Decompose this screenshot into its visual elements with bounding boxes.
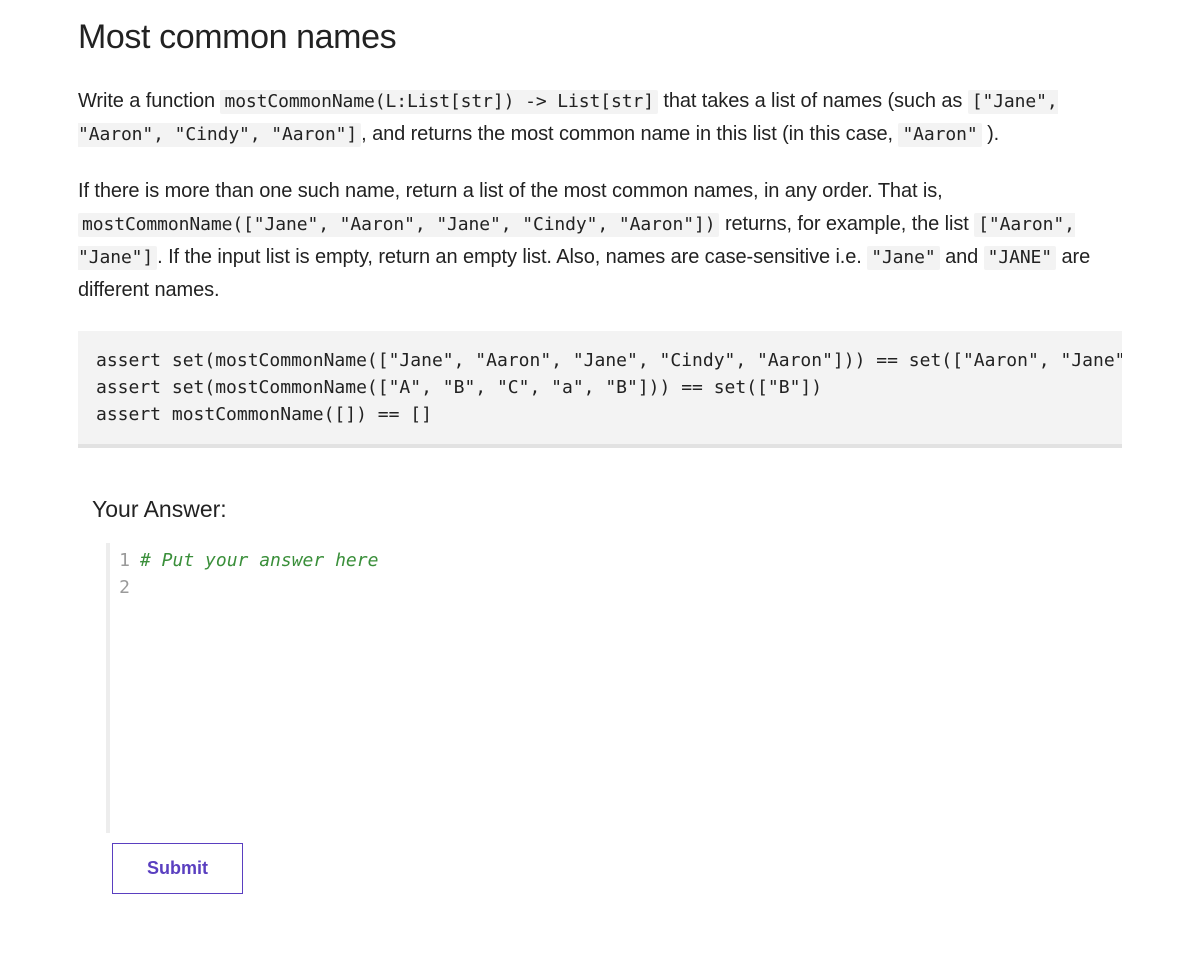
inline-code-jane: "Jane"	[867, 246, 939, 270]
text: returns, for example, the list	[719, 213, 974, 235]
problem-paragraph-1: Write a function mostCommonName(L:List[s…	[78, 85, 1122, 151]
text: If there is more than one such name, ret…	[78, 180, 943, 202]
answer-heading: Your Answer:	[92, 496, 1122, 523]
inline-code-call: mostCommonName(["Jane", "Aaron", "Jane",…	[78, 213, 719, 237]
editor-gutter: 1 2	[110, 543, 136, 833]
text: that takes a list of names (such as	[658, 90, 968, 112]
inline-code-example-output: "Aaron"	[898, 123, 981, 147]
page: Most common names Write a function mostC…	[0, 0, 1200, 973]
text: and	[940, 246, 984, 268]
submit-button[interactable]: Submit	[112, 843, 243, 894]
text: Write a function	[78, 90, 220, 112]
inline-code-signature: mostCommonName(L:List[str]) -> List[str]	[220, 90, 657, 114]
problem-paragraph-2: If there is more than one such name, ret…	[78, 175, 1122, 307]
page-title: Most common names	[78, 18, 1122, 57]
text: ).	[982, 123, 999, 145]
text: . If the input list is empty, return an …	[157, 246, 867, 268]
assertion-code-block: assert set(mostCommonName(["Jane", "Aaro…	[78, 331, 1122, 448]
text: , and returns the most common name in th…	[361, 123, 898, 145]
inline-code-jane-upper: "JANE"	[984, 246, 1056, 270]
line-number: 2	[110, 574, 130, 601]
editor-content[interactable]: # Put your answer here	[136, 543, 1122, 833]
editor-line-comment: # Put your answer here	[140, 550, 378, 571]
code-editor[interactable]: 1 2 # Put your answer here	[106, 543, 1122, 833]
line-number: 1	[110, 547, 130, 574]
